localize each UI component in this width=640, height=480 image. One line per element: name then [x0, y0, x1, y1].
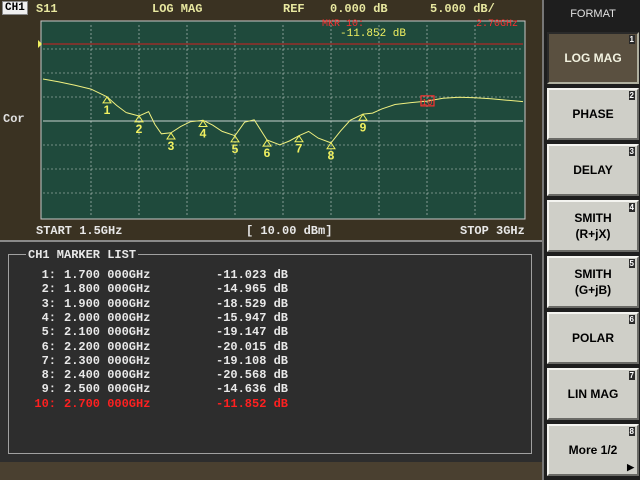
- marker-frequency: 2.200 000GHz: [64, 339, 151, 354]
- softkey-number: 5: [628, 259, 635, 268]
- marker-value: -11.852 dB: [216, 396, 289, 411]
- ref-value: 0.000 dB: [330, 2, 388, 16]
- softkey-number: 7: [628, 371, 635, 380]
- softkey-label: PHASE: [572, 107, 614, 121]
- softkey-sublabel: (G+jB): [574, 283, 612, 297]
- marker-frequency: 1.900 000GHz: [64, 296, 151, 311]
- marker-frequency: 2.400 000GHz: [64, 368, 151, 383]
- marker-number: 2:: [41, 282, 56, 297]
- softkey-label: SMITH: [574, 211, 612, 225]
- marker-label: 7: [296, 142, 303, 156]
- marker-number: 7:: [41, 353, 56, 368]
- softkey-label: More 1/2: [568, 443, 618, 457]
- channel-indicator[interactable]: CH1: [2, 1, 28, 15]
- marker-list-panel: CH1 MARKER LIST 1: 1.700 000GHz -11.023 dB…: [0, 240, 542, 462]
- active-marker-value: -11.852 dB: [340, 28, 406, 40]
- marker-number: 8:: [41, 368, 56, 383]
- softkey-number: 3: [628, 147, 635, 156]
- correction-indicator: Cor: [3, 112, 25, 126]
- stop-frequency: STOP 3GHz: [460, 224, 525, 238]
- marker-value: -11.023 dB: [216, 268, 289, 282]
- start-frequency: START 1.5GHz: [36, 224, 123, 238]
- softkey-more-1-2[interactable]: More 1/2 8 ▶: [547, 424, 639, 476]
- softkey-label: LIN MAG: [567, 387, 619, 401]
- marker-value: -19.108 dB: [216, 353, 289, 368]
- marker-number: 4:: [41, 310, 56, 325]
- marker-label: 9: [360, 120, 367, 134]
- parameter-label: S11: [36, 2, 58, 16]
- format-label: LOG MAG: [152, 2, 203, 16]
- marker-value: -20.568 dB: [216, 368, 289, 383]
- softkey-smith-rjx[interactable]: SMITH (R+jX) 4: [547, 200, 639, 252]
- marker-value: -14.636 dB: [216, 382, 289, 397]
- marker-number: 9:: [41, 382, 56, 397]
- marker-frequency: 2.100 000GHz: [64, 325, 151, 340]
- marker-frequency: 2.500 000GHz: [64, 382, 151, 397]
- scale-value: 5.000 dB/: [430, 2, 495, 16]
- softkey-lin-mag[interactable]: LIN MAG 7: [547, 368, 639, 420]
- status-strip: [0, 462, 542, 480]
- trace-marker-10[interactable]: 10: [420, 95, 435, 108]
- softkey-label: POLAR: [572, 331, 614, 345]
- softkey-phase[interactable]: PHASE 2: [547, 88, 639, 140]
- softkey-number: 6: [628, 315, 635, 324]
- softkey-log-mag[interactable]: LOG MAG 1: [547, 32, 639, 84]
- marker-label: 5: [232, 142, 239, 156]
- marker-frequency: 1.800 000GHz: [64, 282, 151, 297]
- active-marker-frequency: 2.70GHz: [476, 19, 518, 30]
- softkey-label: DELAY: [573, 163, 613, 177]
- softkey-number: 1: [628, 35, 635, 44]
- next-page-arrow-icon: ▶: [627, 462, 634, 472]
- marker-number: 6:: [41, 339, 56, 354]
- trace-plot[interactable]: MKR 10: 2.70GHz-11.852 dB12345 6 78910: [0, 18, 542, 222]
- marker-frequency: 2.000 000GHz: [64, 310, 151, 325]
- softkey-sublabel: (R+jX): [575, 227, 611, 241]
- marker-label: 1: [104, 103, 111, 117]
- source-power: [ 10.00 dBm]: [246, 224, 333, 238]
- marker-value: -20.015 dB: [216, 339, 289, 354]
- softkey-polar[interactable]: POLAR 6: [547, 312, 639, 364]
- marker-number: 5:: [41, 325, 56, 340]
- softkey-label: SMITH: [574, 267, 612, 281]
- softkey-smith-gjb[interactable]: SMITH (G+jB) 5: [547, 256, 639, 308]
- softkey-number: 2: [628, 91, 635, 100]
- softkey-number: 8: [628, 427, 635, 436]
- header-bar: CH1 S11 LOG MAG REF 0.000 dB 5.000 dB/: [0, 0, 542, 18]
- softkey-menu: FORMAT LOG MAG 1 PHASE 2 DELAY 3 SMITH (R+jX) 4 S…: [542, 0, 640, 480]
- softkey-label: LOG MAG: [564, 51, 622, 65]
- marker-frequency: 2.700 000GHz: [64, 396, 151, 411]
- marker-value: -19.147 dB: [216, 325, 289, 340]
- marker-value: -18.529 dB: [216, 296, 289, 311]
- marker-label: 2: [136, 122, 143, 136]
- softkey-delay[interactable]: DELAY 3: [547, 144, 639, 196]
- ref-label: REF: [283, 2, 305, 16]
- marker-value: -15.947 dB: [216, 310, 289, 325]
- plot-area: MKR 10: 2.70GHz -11.852 dB 1 2 3 4 5 6 7 8 9 10 Cor: [0, 18, 542, 240]
- marker-list-title: CH1 MARKER LIST: [26, 248, 139, 262]
- plot-footer: START 1.5GHz [ 10.00 dBm] STOP 3GHz: [0, 222, 542, 240]
- softkey-number: 4: [628, 203, 635, 212]
- marker-label: 10: [422, 98, 433, 108]
- marker-frequency: 2.300 000GHz: [64, 353, 151, 368]
- marker-label: 6: [264, 146, 271, 160]
- marker-label: 8: [328, 149, 335, 163]
- marker-number: 3:: [41, 296, 56, 311]
- marker-number: 10:: [34, 396, 56, 411]
- marker-label: 3: [168, 139, 175, 153]
- marker-value: -14.965 dB: [216, 282, 289, 297]
- marker-label: 4: [200, 127, 207, 141]
- marker-number: 1:: [41, 268, 56, 282]
- marker-frequency: 1.700 000GHz: [64, 268, 151, 282]
- menu-title: FORMAT: [570, 8, 616, 20]
